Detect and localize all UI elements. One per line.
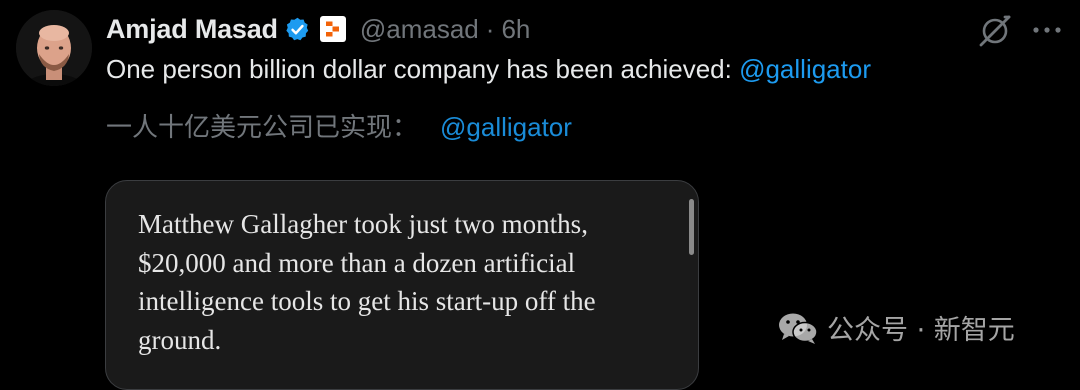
affiliate-badge-icon[interactable] [319, 16, 346, 42]
more-icon[interactable] [1030, 16, 1064, 44]
verified-icon[interactable] [284, 16, 311, 43]
quote-text: Matthew Gallagher took just two months, … [138, 209, 596, 355]
avatar-image [16, 10, 92, 86]
tweet-text-main: One person billion dollar company has be… [106, 54, 740, 84]
tweet-header: Amjad Masad @amasad · 6h [106, 11, 530, 47]
translation-text: 一人十亿美元公司已实现： [106, 113, 419, 143]
quote-scrollbar[interactable] [689, 199, 694, 255]
wechat-icon [777, 310, 819, 346]
watermark-text: 公众号 · 新智元 [827, 315, 1015, 346]
mention-link[interactable]: @galligator [739, 54, 871, 84]
author-handle[interactable]: @amasad [360, 14, 479, 45]
separator-dot: · [485, 13, 495, 44]
translation-mention-link[interactable]: @galligator [440, 112, 572, 142]
quote-card[interactable]: Matthew Gallagher took just two months, … [105, 180, 699, 390]
grok-icon[interactable] [976, 12, 1014, 50]
watermark: 公众号 · 新智元 [777, 308, 1015, 347]
avatar[interactable] [16, 10, 92, 86]
tweet-translation: 一人十亿美元公司已实现： @galligator [106, 107, 572, 144]
timestamp[interactable]: 6h [501, 14, 530, 45]
tweet-text: One person billion dollar company has be… [106, 54, 871, 85]
author-name[interactable]: Amjad Masad [106, 14, 278, 45]
